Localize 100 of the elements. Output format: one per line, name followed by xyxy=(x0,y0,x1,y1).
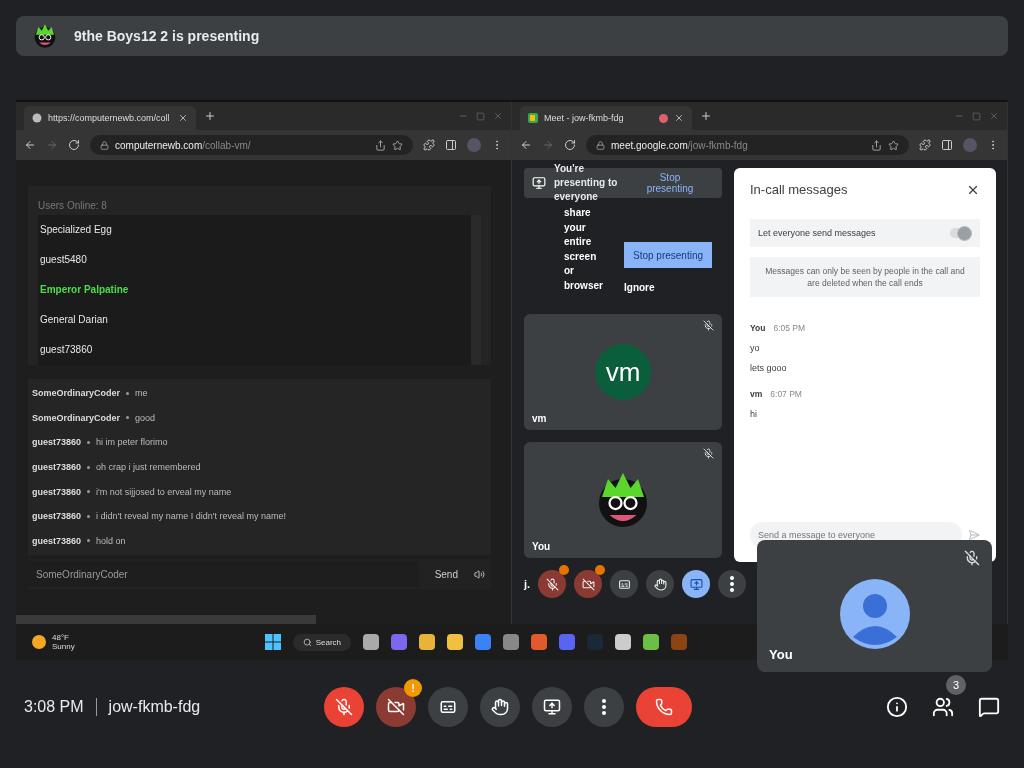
address-bar[interactable]: computernewb.com/collab-vm/ xyxy=(90,135,413,155)
microphone-off-icon xyxy=(703,320,714,331)
participant-name: You xyxy=(532,541,552,552)
speaker-icon[interactable] xyxy=(474,568,485,580)
lock-icon xyxy=(100,140,109,150)
microphone-button[interactable] xyxy=(538,570,567,598)
stop-presenting-button[interactable]: Stop presenting xyxy=(624,242,712,268)
people-button[interactable] xyxy=(932,696,954,718)
windows-start-icon[interactable] xyxy=(264,634,281,650)
more-options-button[interactable] xyxy=(718,570,747,598)
side-panel-icon[interactable] xyxy=(445,139,457,151)
taskbar-app-icon[interactable] xyxy=(531,634,548,650)
chat-username: guest73860 xyxy=(32,511,82,522)
bullet-icon xyxy=(126,391,130,395)
captions-button[interactable] xyxy=(428,687,468,727)
share-icon[interactable] xyxy=(871,139,882,151)
panel-title: In-call messages xyxy=(750,182,848,197)
address-bar[interactable]: meet.google.com/jow-fkmb-fdg xyxy=(586,135,909,155)
user-avatar-icon xyxy=(839,578,910,649)
present-button[interactable] xyxy=(532,687,572,727)
share-icon[interactable] xyxy=(375,139,386,151)
taskbar-app-icon[interactable] xyxy=(447,634,464,650)
extensions-icon[interactable] xyxy=(919,139,931,151)
ignore-button[interactable]: Ignore xyxy=(624,282,712,293)
new-tab-icon[interactable] xyxy=(700,110,712,122)
info-button[interactable] xyxy=(886,696,908,718)
user-name: General Darian xyxy=(39,313,109,327)
new-tab-icon[interactable] xyxy=(204,110,216,122)
raise-hand-button[interactable] xyxy=(646,570,675,598)
bullet-icon xyxy=(126,416,130,420)
back-icon[interactable] xyxy=(520,139,532,151)
taskbar-app-icon[interactable] xyxy=(475,634,492,650)
lock-icon xyxy=(596,140,605,150)
notice-text: Messages can only be seen by people in the call and are deleted when the call ends xyxy=(750,257,980,297)
stop-presenting-button[interactable]: Stop presenting xyxy=(640,171,700,195)
chat-button[interactable] xyxy=(978,696,1000,718)
extensions-icon[interactable] xyxy=(423,139,435,151)
present-screen-icon xyxy=(689,577,703,591)
tab-title: https://computernewb.com/coll xyxy=(48,113,171,123)
browser-tab[interactable]: https://computernewb.com/coll xyxy=(24,106,196,130)
bullet-icon xyxy=(87,490,91,494)
microphone-off-icon xyxy=(964,550,980,566)
people-count: 3 xyxy=(946,675,966,695)
present-button[interactable] xyxy=(682,570,711,598)
meet-favicon-icon xyxy=(528,113,538,123)
reload-icon[interactable] xyxy=(68,139,80,151)
presenting-text: You're presenting to everyone xyxy=(554,162,619,204)
taskbar-app-icon[interactable] xyxy=(643,634,660,650)
chat-message: hold on xyxy=(96,535,126,546)
microphone-off-icon xyxy=(545,577,559,591)
participant-name: You xyxy=(769,647,794,662)
chat-username: SomeOrdinaryCoder xyxy=(32,388,121,399)
taskbar-app-icon[interactable] xyxy=(615,634,632,650)
bullet-icon xyxy=(87,514,91,518)
chat-username: guest73860 xyxy=(32,462,82,472)
back-icon[interactable] xyxy=(24,139,36,151)
chat-message: i'm not sijjosed to erveal my name xyxy=(96,486,232,497)
leave-call-button[interactable] xyxy=(636,687,692,727)
more-options-button[interactable] xyxy=(584,687,624,727)
username-field[interactable]: SomeOrdinaryCoder xyxy=(28,561,419,587)
participant-name: vm xyxy=(532,413,548,424)
message-time: 6:07 PM xyxy=(770,389,802,399)
warning-badge xyxy=(559,565,570,575)
cartoon-avatar-icon xyxy=(32,23,58,49)
chat-message: i didn't reveal my name I didn't reveal my name! xyxy=(96,511,287,522)
taskbar-app-icon[interactable] xyxy=(419,634,436,650)
present-screen-icon xyxy=(543,698,561,716)
chat-username: guest73860 xyxy=(32,437,82,448)
star-icon[interactable] xyxy=(392,139,403,151)
bullet-icon xyxy=(87,465,91,469)
chat-message: hi im peter florimo xyxy=(96,437,168,448)
camera-button[interactable] xyxy=(376,687,416,727)
send-icon xyxy=(968,529,980,541)
toggle-switch[interactable] xyxy=(950,228,972,238)
temperature-text: 48°F xyxy=(52,633,70,642)
taskbar-app-icon[interactable] xyxy=(503,634,520,650)
banner-text: 9the Boys12 2 is presenting xyxy=(74,28,260,44)
close-icon[interactable] xyxy=(674,113,684,123)
bullet-icon xyxy=(87,539,91,543)
star-icon[interactable] xyxy=(888,139,899,151)
microphone-off-icon xyxy=(335,698,353,716)
browser-tab[interactable]: Meet - jow-fkmb-fdg xyxy=(520,106,692,130)
side-panel-icon[interactable] xyxy=(941,139,953,151)
send-button[interactable]: Send xyxy=(428,567,464,581)
close-icon[interactable] xyxy=(178,113,188,123)
reload-icon[interactable] xyxy=(564,139,576,151)
hand-icon xyxy=(653,577,667,591)
message-time: 6:05 PM xyxy=(773,323,806,333)
captions-icon xyxy=(439,698,457,716)
camera-off-icon xyxy=(581,577,595,591)
toggle-label: Let everyone send messages xyxy=(758,228,877,238)
weather-sun-icon xyxy=(32,635,46,649)
raise-hand-button[interactable] xyxy=(480,687,520,727)
microphone-button[interactable] xyxy=(324,687,364,727)
captions-button[interactable] xyxy=(610,570,639,598)
taskbar-search-button[interactable]: Search xyxy=(292,633,352,651)
camera-button[interactable] xyxy=(574,570,603,598)
taskbar-app-icon[interactable] xyxy=(363,634,380,650)
warning-badge: ! xyxy=(404,679,422,697)
horizontal-scrollbar[interactable] xyxy=(16,615,316,624)
